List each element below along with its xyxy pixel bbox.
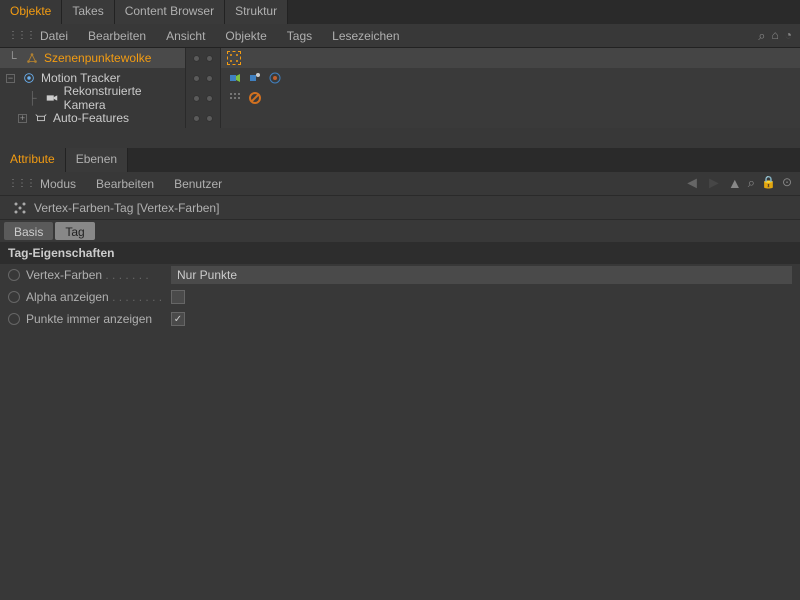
grip-icon: ⋮⋮⋮ <box>8 30 22 41</box>
visibility-column <box>185 48 221 128</box>
visibility-toggles[interactable] <box>186 108 220 128</box>
camera-icon <box>44 90 60 106</box>
prop-alpha-anzeigen: Alpha anzeigen . . . . . . . . <box>0 286 800 308</box>
top-tabs: Objekte Takes Content Browser Struktur <box>0 0 800 24</box>
tag-icon-3[interactable] <box>267 70 283 86</box>
menu-objekte[interactable]: Objekte <box>215 29 276 43</box>
vertex-farben-dropdown[interactable]: Nur Punkte <box>171 266 792 284</box>
punkte-checkbox[interactable]: ✓ <box>171 312 185 326</box>
tags-area <box>221 48 800 128</box>
tab-ebenen[interactable]: Ebenen <box>66 148 128 172</box>
tree-label: Rekonstruierte Kamera <box>64 84 185 112</box>
visibility-toggles[interactable] <box>186 68 220 88</box>
attribute-menubar: ⋮⋮⋮ Modus Bearbeiten Benutzer ◄ ► ▲ ⌕ 🔒 … <box>0 172 800 196</box>
animation-dot[interactable] <box>8 313 20 325</box>
tree-label: Auto-Features <box>53 111 129 125</box>
subtab-tag[interactable]: Tag <box>55 222 94 240</box>
tags-row <box>221 108 800 128</box>
vertex-color-tag-icon[interactable] <box>227 51 241 65</box>
alpha-checkbox[interactable] <box>171 290 185 304</box>
stop-icon[interactable] <box>247 90 263 106</box>
menu-tags[interactable]: Tags <box>277 29 322 43</box>
attribute-header: Vertex-Farben-Tag [Vertex-Farben] <box>0 196 800 220</box>
lock-icon[interactable]: 🔒 <box>761 175 776 193</box>
tag-icon-1[interactable] <box>227 70 243 86</box>
motion-tracker-icon <box>21 70 37 86</box>
object-panel: └ Szenenpunktewolke − Motion Tracker ├ R… <box>0 48 800 128</box>
menu-ansicht[interactable]: Ansicht <box>156 29 215 43</box>
prop-vertex-farben: Vertex-Farben . . . . . . . Nur Punkte <box>0 264 800 286</box>
tags-row <box>221 68 800 88</box>
section-header: Tag-Eigenschaften <box>0 242 800 264</box>
grip-icon: ⋮⋮⋮ <box>8 178 22 189</box>
tags-row <box>221 48 800 68</box>
expand-icon[interactable]: + <box>18 114 27 123</box>
prop-label: Alpha anzeigen . . . . . . . . <box>26 290 171 304</box>
object-tree: └ Szenenpunktewolke − Motion Tracker ├ R… <box>0 48 185 128</box>
null-icon <box>33 110 49 126</box>
tree-label: Motion Tracker <box>41 71 120 85</box>
menu-modus[interactable]: Modus <box>30 177 86 191</box>
prop-label: Vertex-Farben . . . . . . . <box>26 268 171 282</box>
tags-row <box>221 88 800 108</box>
tree-label: Szenenpunktewolke <box>44 51 151 65</box>
visibility-toggles[interactable] <box>186 88 220 108</box>
tab-objekte[interactable]: Objekte <box>0 0 62 24</box>
tag-icon-4[interactable] <box>227 90 243 106</box>
eye-icon[interactable]: ◔ <box>785 28 792 44</box>
expand-icon[interactable]: − <box>6 74 15 83</box>
search-icon[interactable]: ⌕ <box>748 175 755 193</box>
tab-attribute[interactable]: Attribute <box>0 148 66 172</box>
subtabs: Basis Tag <box>0 220 800 242</box>
animation-dot[interactable] <box>8 291 20 303</box>
menu-bearbeiten[interactable]: Bearbeiten <box>78 29 156 43</box>
search-icon[interactable]: ⌕ <box>758 28 765 44</box>
tab-struktur[interactable]: Struktur <box>225 0 288 24</box>
tab-content-browser[interactable]: Content Browser <box>115 0 225 24</box>
up-icon[interactable]: ▲ <box>728 175 742 193</box>
forward-icon[interactable]: ► <box>706 175 722 193</box>
prop-punkte-anzeigen: Punkte immer anzeigen ✓ <box>0 308 800 330</box>
menu-benutzer[interactable]: Benutzer <box>164 177 232 191</box>
object-menubar: ⋮⋮⋮ Datei Bearbeiten Ansicht Objekte Tag… <box>0 24 800 48</box>
tree-branch-icon: └ <box>8 51 20 65</box>
attribute-title: Vertex-Farben-Tag [Vertex-Farben] <box>34 201 219 215</box>
animation-dot[interactable] <box>8 269 20 281</box>
subtab-basis[interactable]: Basis <box>4 222 53 240</box>
tab-takes[interactable]: Takes <box>62 0 114 24</box>
visibility-toggles[interactable] <box>186 48 220 68</box>
tree-item-scene[interactable]: └ Szenenpunktewolke <box>0 48 185 68</box>
tag-icon-2[interactable] <box>247 70 263 86</box>
settings-icon[interactable]: ⊙ <box>782 175 792 193</box>
menu-datei[interactable]: Datei <box>30 29 78 43</box>
back-icon[interactable]: ◄ <box>684 175 700 193</box>
tree-branch-icon: ├ <box>28 91 40 105</box>
menu-lesezeichen[interactable]: Lesezeichen <box>322 29 409 43</box>
vertex-color-tag-icon <box>12 200 28 216</box>
prop-label: Punkte immer anzeigen <box>26 312 171 326</box>
pointcloud-icon <box>24 50 40 66</box>
home-icon[interactable]: ⌂ <box>772 28 779 44</box>
menu-bearbeiten[interactable]: Bearbeiten <box>86 177 164 191</box>
tree-item-camera[interactable]: ├ Rekonstruierte Kamera <box>0 88 185 108</box>
attribute-tabs: Attribute Ebenen <box>0 148 800 172</box>
